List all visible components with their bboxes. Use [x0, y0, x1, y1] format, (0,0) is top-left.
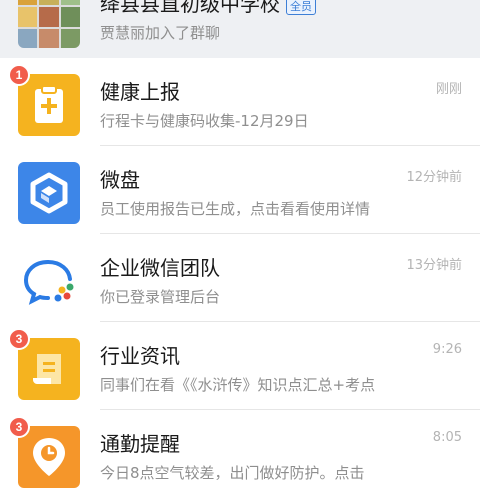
chat-title: 微盘: [100, 168, 140, 192]
health-report-icon: [35, 85, 63, 123]
chat-item-health-report[interactable]: 1 健康上报 行程卡与健康码收集-12月29日 刚刚: [0, 58, 480, 146]
chat-preview: 你已登录管理后台: [100, 288, 221, 306]
app-avatar: [18, 162, 80, 224]
chat-title: 健康上报: [100, 80, 180, 104]
app-avatar: 1: [8, 64, 80, 136]
chat-item-group[interactable]: 绛县县直初级中学校 全员 贾慧丽加入了群聊: [0, 0, 480, 58]
chat-title: 行业资讯: [100, 344, 180, 368]
chat-time: 刚刚: [435, 82, 462, 97]
app-avatar: 3: [8, 328, 80, 400]
chat-preview: 同事们在看《《水浒传》知识点汇总+考点: [100, 376, 376, 394]
location-clock-icon: [33, 438, 65, 476]
chat-time: 8:05: [432, 430, 462, 445]
chat-item-industry-news[interactable]: 3 行业资讯 同事们在看《《水浒传》知识点汇总+考点 9:26: [0, 322, 480, 410]
all-staff-tag: 全员: [286, 0, 316, 15]
app-avatar: 3: [8, 416, 80, 488]
chat-title: 绛县县直初级中学校 全员: [100, 0, 316, 17]
chat-preview: 员工使用报告已生成，点击看看使用详情: [100, 200, 371, 218]
cloud-drive-icon: [30, 172, 68, 214]
chat-item-commute[interactable]: 3 通勤提醒 今日8点空气较差，出门做好防护。点击 8:05: [0, 410, 480, 498]
chat-item-wecom-team[interactable]: 企业微信团队 你已登录管理后台 13分钟前: [0, 234, 480, 322]
chat-title-text: 绛县县直初级中学校: [100, 0, 280, 16]
wecom-logo-icon: [23, 260, 74, 305]
chat-title: 通勤提醒: [100, 432, 180, 456]
news-scroll-icon: [33, 354, 61, 384]
unread-badge: 3: [8, 328, 30, 350]
chat-list: 绛县县直初级中学校 全员 贾慧丽加入了群聊 1 健康上报 行程卡与健康码收集-12…: [0, 0, 480, 498]
chat-preview: 行程卡与健康码收集-12月29日: [100, 112, 309, 130]
group-avatar: [18, 0, 80, 48]
chat-time: 9:26: [432, 342, 462, 357]
unread-badge: 3: [8, 416, 30, 438]
chat-preview: 贾慧丽加入了群聊: [100, 24, 221, 42]
unread-badge: 1: [8, 64, 30, 86]
chat-time: 13分钟前: [406, 258, 462, 273]
chat-item-drive[interactable]: 微盘 员工使用报告已生成，点击看看使用详情 12分钟前: [0, 146, 480, 234]
app-avatar: [18, 250, 80, 312]
chat-time: 12分钟前: [406, 170, 462, 185]
chat-title: 企业微信团队: [100, 256, 220, 280]
